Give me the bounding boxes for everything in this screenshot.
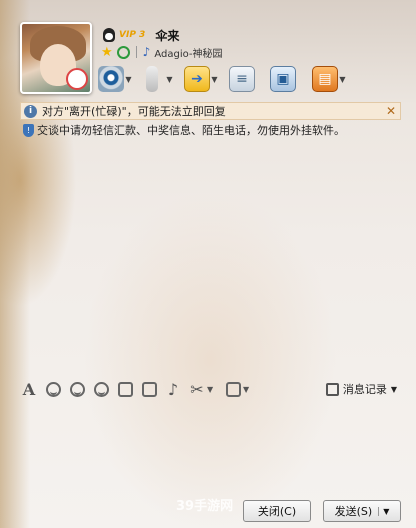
away-notice-text: 对方"离开(忙碌)"，可能无法立即回复 bbox=[42, 105, 226, 118]
pencil-box-icon bbox=[117, 381, 133, 397]
shield-icon: ! bbox=[23, 123, 34, 137]
history-icon bbox=[325, 382, 339, 396]
chevron-down-icon[interactable]: ▼ bbox=[210, 75, 219, 84]
chevron-down-icon[interactable]: ▼ bbox=[243, 385, 251, 394]
add-chat-icon: ≡ bbox=[229, 66, 255, 92]
star-icon[interactable]: ★ bbox=[101, 46, 113, 59]
send-button[interactable]: 发送(S) ▼ bbox=[323, 500, 401, 522]
editor-toolbar: A ♪ ✂ ▼ ▼ 消息记录 ▼ bbox=[15, 376, 405, 402]
divider bbox=[135, 46, 137, 58]
message-record-button[interactable]: 消息记录 ▼ bbox=[325, 381, 397, 397]
close-button[interactable]: 关闭(C) bbox=[243, 500, 311, 522]
contact-info-row: ★ ♪ Adagio-神秘园 bbox=[101, 44, 223, 60]
avatar-badge-icon bbox=[66, 68, 88, 90]
chevron-down-icon[interactable]: ▼ bbox=[207, 385, 215, 394]
send-button-label: 发送(S) bbox=[334, 505, 373, 518]
screenshot-button[interactable]: ✂ bbox=[187, 379, 207, 399]
qzone-icon[interactable] bbox=[116, 45, 130, 59]
toolbox-button[interactable] bbox=[223, 379, 243, 399]
contact-status-row: VIP 3 伞来 bbox=[103, 27, 179, 43]
chevron-down-icon[interactable]: ▼ bbox=[338, 75, 347, 84]
chevron-down-icon[interactable]: ▼ bbox=[165, 75, 174, 84]
chat-header: VIP 3 伞来 ★ ♪ Adagio-神秘园 ▼ ▼ ➔ ▼ ≡ ▣ ▤ ▼ bbox=[0, 0, 416, 97]
briefcase-icon bbox=[225, 381, 241, 397]
info-icon: i bbox=[24, 104, 37, 118]
chevron-down-icon[interactable]: ▼ bbox=[378, 506, 389, 516]
chevron-down-icon[interactable]: ▼ bbox=[124, 75, 133, 84]
magic-emoticon-button[interactable] bbox=[67, 379, 87, 399]
contact-signature: Adagio-神秘园 bbox=[154, 48, 223, 60]
security-notice-text: 交谈中请勿轻信汇款、中奖信息、陌生电话，勿使用外挂软件。 bbox=[37, 124, 345, 137]
file-transfer-icon: ➔ bbox=[184, 66, 210, 92]
contact-avatar[interactable] bbox=[20, 22, 92, 94]
close-notice-icon[interactable]: ✕ bbox=[386, 104, 396, 118]
security-notice-bar: ! 交谈中请勿轻信汇款、中奖信息、陌生电话，勿使用外挂软件。 bbox=[20, 121, 401, 139]
remote-assist-button[interactable]: ▣ bbox=[270, 65, 296, 93]
shake-window-button[interactable] bbox=[91, 379, 111, 399]
vip-badge[interactable]: VIP 3 bbox=[119, 30, 145, 40]
video-call-button[interactable]: ▼ bbox=[98, 65, 133, 93]
music-icon[interactable]: ♪ bbox=[143, 45, 151, 59]
emoticon-button[interactable] bbox=[43, 379, 63, 399]
group-chat-button[interactable]: ≡ bbox=[229, 65, 255, 93]
chat-toolbar: ▼ ▼ ➔ ▼ ≡ ▣ ▤ ▼ bbox=[98, 64, 347, 94]
away-notice-bar: i 对方"离开(忙碌)"，可能无法立即回复 ✕ bbox=[20, 102, 401, 120]
chevron-down-icon[interactable]: ▼ bbox=[391, 385, 397, 394]
music-button[interactable]: ♪ bbox=[163, 379, 183, 399]
message-input[interactable] bbox=[15, 403, 405, 495]
voice-call-button[interactable]: ▼ bbox=[139, 65, 174, 93]
camera-icon bbox=[98, 66, 124, 92]
remote-desktop-icon: ▣ bbox=[270, 66, 296, 92]
font-icon[interactable]: A bbox=[19, 379, 39, 399]
watermark: 39手游网 bbox=[176, 499, 234, 514]
close-button-label: 关闭(C) bbox=[257, 505, 297, 518]
doodle-button[interactable] bbox=[115, 379, 135, 399]
shake-icon bbox=[93, 381, 109, 397]
apps-icon: ▤ bbox=[312, 66, 338, 92]
microphone-icon bbox=[146, 66, 158, 92]
qq-penguin-icon bbox=[103, 28, 115, 42]
message-record-label: 消息记录 bbox=[342, 383, 387, 396]
send-image-button[interactable] bbox=[139, 379, 159, 399]
hat-face-icon bbox=[69, 381, 85, 397]
smiley-icon bbox=[45, 381, 61, 397]
apps-button[interactable]: ▤ ▼ bbox=[312, 65, 347, 93]
message-history-area[interactable] bbox=[15, 139, 405, 374]
send-file-button[interactable]: ➔ ▼ bbox=[184, 65, 219, 93]
image-icon bbox=[141, 381, 157, 397]
contact-nickname: 伞来 bbox=[155, 28, 180, 43]
